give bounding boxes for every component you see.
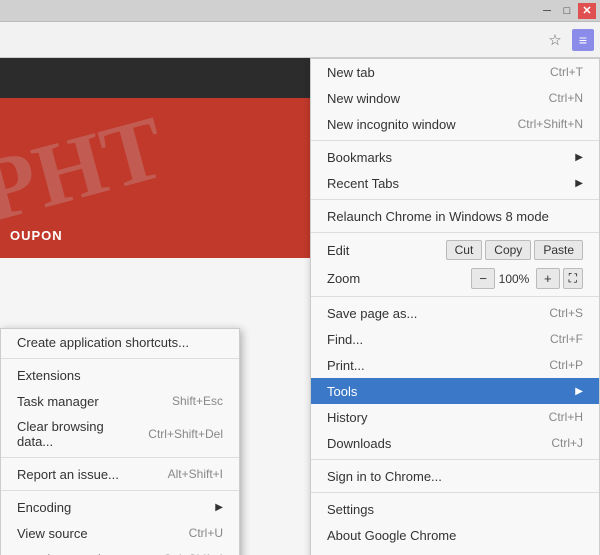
- view-source-shortcut: Ctrl+U: [189, 526, 223, 540]
- downloads-label: Downloads: [327, 436, 531, 451]
- title-bar: ─ □ ✕: [0, 0, 600, 22]
- bookmarks-label: Bookmarks: [327, 150, 571, 165]
- menu-item-about[interactable]: About Google Chrome: [311, 522, 599, 548]
- zoom-plus-button[interactable]: +: [536, 268, 560, 289]
- bookmarks-arrow: ▶: [575, 152, 583, 163]
- menu-item-history[interactable]: History Ctrl+H: [311, 404, 599, 430]
- view-source-label: View source: [17, 526, 169, 541]
- history-label: History: [327, 410, 529, 425]
- submenu-item-encoding[interactable]: Encoding ▶: [1, 494, 239, 520]
- menu-item-new-tab[interactable]: New tab Ctrl+T: [311, 59, 599, 85]
- menu-item-new-window[interactable]: New window Ctrl+N: [311, 85, 599, 111]
- menu-item-find[interactable]: Find... Ctrl+F: [311, 326, 599, 352]
- menu-item-tools[interactable]: Tools ▶: [311, 378, 599, 404]
- create-shortcuts-label: Create application shortcuts...: [17, 335, 223, 350]
- submenu-item-report-issue[interactable]: Report an issue... Alt+Shift+I: [1, 461, 239, 487]
- signin-label: Sign in to Chrome...: [327, 469, 583, 484]
- close-button[interactable]: ✕: [578, 3, 596, 19]
- separator-4: [311, 296, 599, 297]
- menu-item-recent-tabs[interactable]: Recent Tabs ▶: [311, 170, 599, 196]
- tools-arrow: ▶: [575, 386, 583, 397]
- extensions-label: Extensions: [17, 368, 223, 383]
- menu-item-save-page[interactable]: Save page as... Ctrl+S: [311, 300, 599, 326]
- tools-submenu: Create application shortcuts... Extensio…: [0, 328, 240, 555]
- sub-separator-1: [1, 358, 239, 359]
- minimize-button[interactable]: ─: [538, 3, 556, 19]
- menu-item-relaunch[interactable]: Relaunch Chrome in Windows 8 mode: [311, 203, 599, 229]
- history-shortcut: Ctrl+H: [549, 410, 583, 424]
- copy-button[interactable]: Copy: [485, 240, 531, 260]
- chrome-menu-icon[interactable]: ≡: [572, 29, 594, 51]
- edit-label: Edit: [327, 243, 443, 258]
- fullscreen-button[interactable]: ⛶: [563, 268, 583, 289]
- menu-item-bookmarks[interactable]: Bookmarks ▶: [311, 144, 599, 170]
- encoding-label: Encoding: [17, 500, 211, 515]
- page-content: OUPON PHT New tab Ctrl+T New window Ctrl…: [0, 58, 600, 555]
- separator-3: [311, 232, 599, 233]
- submenu-item-extensions[interactable]: Extensions: [1, 362, 239, 388]
- developer-tools-label: Developer tools: [17, 552, 143, 555]
- recent-tabs-arrow: ▶: [575, 178, 583, 189]
- new-tab-shortcut: Ctrl+T: [550, 65, 583, 79]
- sub-separator-2: [1, 457, 239, 458]
- separator-5: [311, 459, 599, 460]
- task-manager-label: Task manager: [17, 394, 152, 409]
- browser-toolbar: ☆ ≡: [0, 22, 600, 58]
- menu-item-signin[interactable]: Sign in to Chrome...: [311, 463, 599, 489]
- about-label: About Google Chrome: [327, 528, 583, 543]
- new-window-label: New window: [327, 91, 529, 106]
- bookmark-star-icon[interactable]: ☆: [544, 29, 566, 51]
- new-window-shortcut: Ctrl+N: [549, 91, 583, 105]
- recent-tabs-label: Recent Tabs: [327, 176, 571, 191]
- separator-6: [311, 492, 599, 493]
- save-page-label: Save page as...: [327, 306, 529, 321]
- main-menu: New tab Ctrl+T New window Ctrl+N New inc…: [310, 58, 600, 555]
- task-manager-shortcut: Shift+Esc: [172, 394, 223, 408]
- submenu-item-create-shortcuts[interactable]: Create application shortcuts...: [1, 329, 239, 355]
- incognito-shortcut: Ctrl+Shift+N: [518, 117, 583, 131]
- maximize-button[interactable]: □: [558, 3, 576, 19]
- clear-browsing-label: Clear browsing data...: [17, 419, 128, 449]
- print-label: Print...: [327, 358, 529, 373]
- submenu-item-task-manager[interactable]: Task manager Shift+Esc: [1, 388, 239, 414]
- browser-window: ─ □ ✕ ☆ ≡ OUPON PHT New tab Ctrl+T New w…: [0, 0, 600, 555]
- tools-label: Tools: [327, 384, 571, 399]
- menu-item-help[interactable]: Help: [311, 548, 599, 555]
- clear-browsing-shortcut: Ctrl+Shift+Del: [148, 427, 223, 441]
- edit-row: Edit Cut Copy Paste: [311, 236, 599, 264]
- separator-2: [311, 199, 599, 200]
- cut-button[interactable]: Cut: [446, 240, 483, 260]
- submenu-item-view-source[interactable]: View source Ctrl+U: [1, 520, 239, 546]
- separator-1: [311, 140, 599, 141]
- report-issue-shortcut: Alt+Shift+I: [168, 467, 223, 481]
- report-issue-label: Report an issue...: [17, 467, 148, 482]
- find-label: Find...: [327, 332, 530, 347]
- submenu-item-developer-tools[interactable]: Developer tools Ctrl+Shift+I: [1, 546, 239, 555]
- downloads-shortcut: Ctrl+J: [551, 436, 583, 450]
- find-shortcut: Ctrl+F: [550, 332, 583, 346]
- menu-item-settings[interactable]: Settings: [311, 496, 599, 522]
- settings-label: Settings: [327, 502, 583, 517]
- new-tab-label: New tab: [327, 65, 530, 80]
- zoom-minus-button[interactable]: −: [471, 268, 495, 289]
- encoding-arrow: ▶: [215, 502, 223, 513]
- incognito-label: New incognito window: [327, 117, 498, 132]
- submenu-item-clear-browsing[interactable]: Clear browsing data... Ctrl+Shift+Del: [1, 414, 239, 454]
- relaunch-label: Relaunch Chrome in Windows 8 mode: [327, 209, 583, 224]
- sub-separator-3: [1, 490, 239, 491]
- zoom-value: 100%: [495, 272, 533, 286]
- menu-item-downloads[interactable]: Downloads Ctrl+J: [311, 430, 599, 456]
- zoom-label: Zoom: [327, 271, 468, 286]
- zoom-row: Zoom − 100% + ⛶: [311, 264, 599, 293]
- coupon-label: OUPON: [10, 228, 63, 243]
- menu-item-incognito[interactable]: New incognito window Ctrl+Shift+N: [311, 111, 599, 137]
- save-page-shortcut: Ctrl+S: [549, 306, 583, 320]
- print-shortcut: Ctrl+P: [549, 358, 583, 372]
- menu-item-print[interactable]: Print... Ctrl+P: [311, 352, 599, 378]
- paste-button[interactable]: Paste: [534, 240, 583, 260]
